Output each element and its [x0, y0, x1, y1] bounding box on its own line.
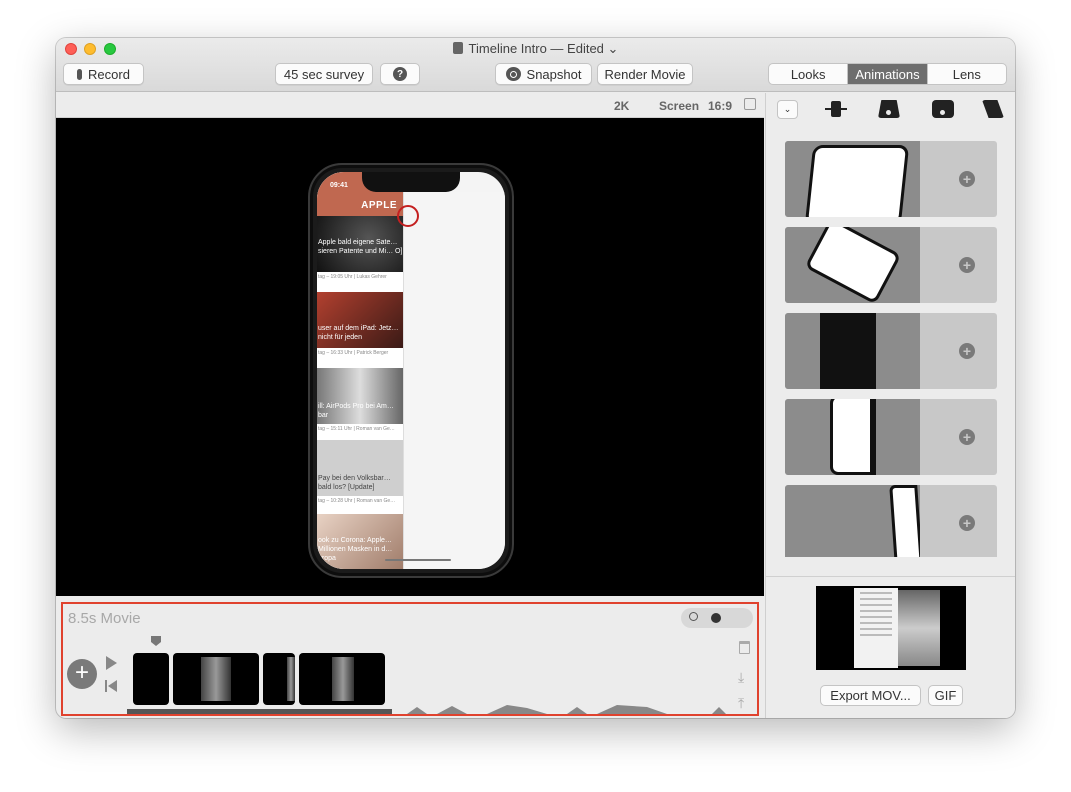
tab-animations[interactable]: Animations — [848, 64, 928, 84]
zoom-slider-knob[interactable] — [711, 613, 721, 623]
animation-options-dropdown[interactable]: ⌄ — [777, 100, 798, 119]
list-item: ill: AirPods Pro bei Am… bar tag – 15:11… — [317, 368, 403, 434]
add-animation-icon[interactable]: + — [959, 257, 975, 273]
resolution-selector[interactable]: 2K — [614, 99, 629, 113]
survey-button[interactable]: 45 sec survey — [275, 63, 373, 85]
trash-icon[interactable] — [739, 641, 750, 654]
animation-presets-list: + + + + + — [785, 141, 997, 557]
help-button[interactable]: ? — [380, 63, 420, 85]
mic-icon — [77, 68, 83, 80]
chevron-down-icon: ⌄ — [607, 41, 619, 56]
tab-looks[interactable]: Looks — [769, 64, 849, 84]
animation-preset[interactable]: + — [785, 485, 997, 557]
canvas-header: 2K Screen 16:9 — [56, 93, 764, 118]
animation-tools: ⌄ — [766, 93, 1015, 123]
status-time: 09:41 — [330, 182, 348, 189]
render-movie-button[interactable]: Render Movie — [597, 63, 693, 85]
inspector-tabs: Looks Animations Lens — [768, 63, 1007, 85]
add-animation-icon[interactable]: + — [959, 429, 975, 445]
movie-duration-label: 8.5s Movie — [68, 610, 141, 627]
animation-thumbnail — [785, 399, 920, 475]
help-icon: ? — [393, 67, 407, 81]
animation-thumbnail — [785, 141, 920, 217]
document-icon — [452, 42, 463, 54]
audio-waveform — [127, 705, 726, 714]
news-list-pane: 09:41 APPLE Apple bald eigene Sate… sier… — [317, 172, 403, 569]
animation-preset[interactable]: + — [785, 313, 997, 389]
divider — [766, 576, 1015, 577]
play-icon[interactable] — [106, 656, 117, 670]
animations-inspector: ⌄ + + + + + Export MOV... GIF — [765, 93, 1015, 718]
phone-notch — [362, 172, 460, 192]
timeline-clip[interactable] — [133, 653, 169, 705]
add-animation-icon[interactable]: + — [959, 343, 975, 359]
tilt-device-icon[interactable] — [878, 100, 900, 118]
window-title[interactable]: Timeline Intro — Edited ⌄ — [56, 41, 1015, 57]
toolbar: Timeline Intro — Edited ⌄ Record 45 sec … — [56, 38, 1015, 92]
snapshot-button[interactable]: Snapshot — [495, 63, 592, 85]
list-item: Pay bei den Volksbar… bald los? [Update]… — [317, 440, 403, 506]
home-indicator — [385, 559, 451, 561]
rotate-icon[interactable] — [744, 98, 756, 110]
app-title: APPLE — [361, 200, 397, 211]
download-icon[interactable]: ⤓ — [738, 669, 744, 686]
timeline-zoom-slider[interactable] — [681, 608, 753, 628]
animation-thumbnail — [785, 313, 920, 389]
screen-label[interactable]: Screen — [659, 99, 699, 113]
list-item: Apple bald eigene Sate… sieren Patente u… — [317, 216, 403, 282]
timeline-clip[interactable] — [263, 653, 295, 705]
record-button[interactable]: Record — [63, 63, 144, 85]
magnifier-icon — [689, 612, 698, 621]
front-device-icon[interactable] — [932, 100, 954, 118]
center-device-icon[interactable] — [825, 100, 847, 118]
tab-lens[interactable]: Lens — [928, 64, 1006, 84]
animation-thumbnail — [785, 485, 920, 557]
timeline-clip[interactable] — [173, 653, 259, 705]
skew-device-icon[interactable] — [982, 100, 1004, 118]
iphone-mockup[interactable]: 09:41 APPLE Apple bald eigene Sate… sier… — [308, 163, 514, 578]
animation-preset[interactable]: + — [785, 141, 997, 217]
aspect-ratio-selector[interactable]: 16:9 — [708, 99, 732, 113]
rewind-icon[interactable] — [105, 680, 118, 692]
list-item: user auf dem iPad: Jetz… nicht für jeden… — [317, 292, 403, 358]
phone-screen: 09:41 APPLE Apple bald eigene Sate… sier… — [317, 172, 505, 569]
preview-canvas[interactable]: 09:41 APPLE Apple bald eigene Sate… sier… — [56, 118, 764, 596]
animation-thumbnail — [785, 227, 920, 303]
upload-icon[interactable]: ⤒ — [738, 695, 744, 712]
add-animation-icon[interactable]: + — [959, 171, 975, 187]
app-window: Timeline Intro — Edited ⌄ Record 45 sec … — [56, 38, 1015, 718]
timeline-panel: 8.5s Movie + ⤓ ⤒ — [61, 602, 759, 716]
export-gif-button[interactable]: GIF — [928, 685, 963, 706]
timeline-clip[interactable] — [299, 653, 385, 705]
animation-preset[interactable]: + — [785, 227, 997, 303]
playhead[interactable] — [151, 636, 161, 646]
animation-preset[interactable]: + — [785, 399, 997, 475]
export-preview-thumbnail — [816, 586, 966, 670]
camera-icon — [505, 67, 521, 81]
add-animation-icon[interactable]: + — [959, 515, 975, 531]
detail-pane: ← — [403, 192, 505, 569]
export-mov-button[interactable]: Export MOV... — [820, 685, 921, 706]
touch-indicator — [397, 205, 419, 227]
add-clip-button[interactable]: + — [67, 659, 97, 689]
